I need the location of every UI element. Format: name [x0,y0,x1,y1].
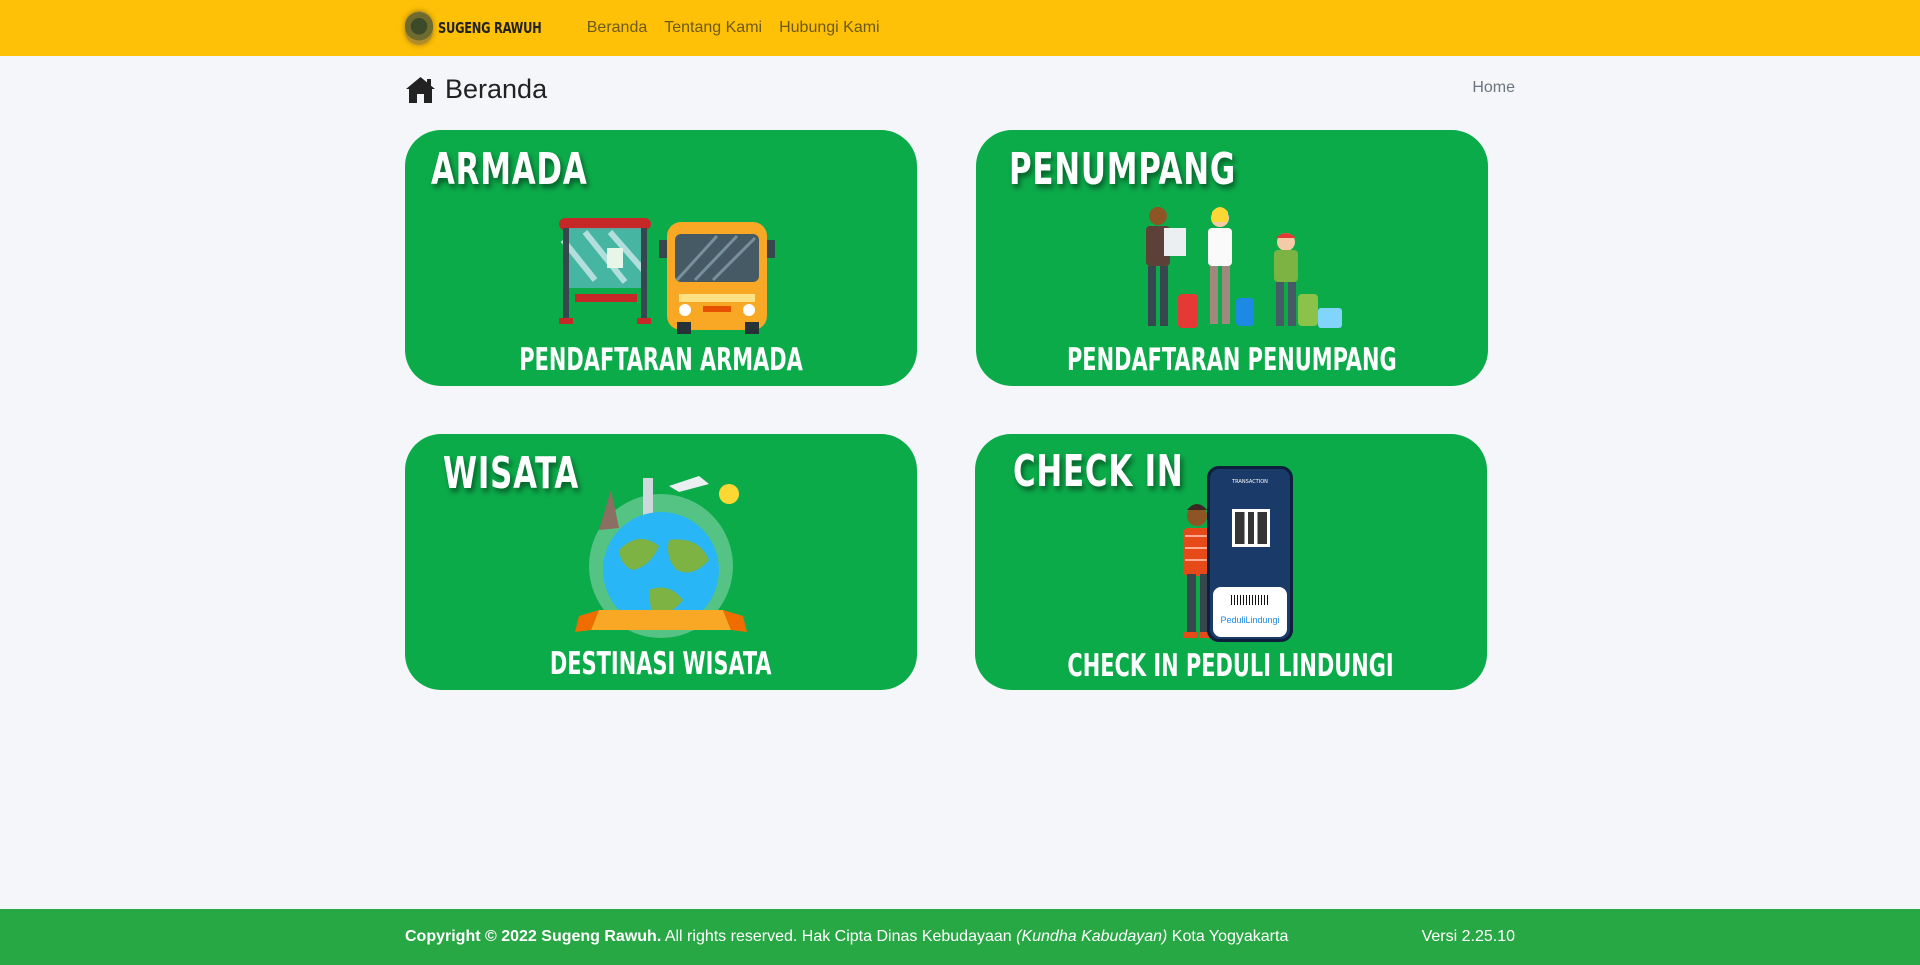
footer-rights: All rights reserved. Hak Cipta Dinas Keb… [661,928,1017,945]
bus-stop-illustration [559,218,775,334]
nav-link-hubungi-kami[interactable]: Hubungi Kami [779,19,880,37]
globe-illustration [575,476,747,638]
barcode-icon [1231,595,1269,605]
footer-copyright: Copyright © 2022 Sugeng Rawuh. All right… [405,928,1288,946]
nav-link-beranda[interactable]: Beranda [587,19,648,37]
card-armada[interactable]: ARMADA PENDAFTARAN ARMADA [405,130,917,386]
footer: Copyright © 2022 Sugeng Rawuh. All right… [0,909,1920,965]
card-armada-caption: PENDAFTARAN ARMADA [519,342,803,378]
phone-mockup: TRANSACTION PeduliLindungi [1207,466,1293,642]
content-header: Beranda Home [405,74,1515,114]
card-penumpang[interactable]: PENUMPANG PENDAFTARAN PENUMPANG [976,130,1488,386]
navbar-container: SUGENG RAWUH Beranda Tentang Kami Hubung… [405,0,880,56]
card-wisata-caption: DESTINASI WISATA [550,646,772,682]
top-navbar: SUGENG RAWUH Beranda Tentang Kami Hubung… [0,0,1920,56]
nav-link-tentang-kami[interactable]: Tentang Kami [664,19,762,37]
passengers-illustration [1146,207,1342,328]
footer-city: Kota Yogyakarta [1167,928,1289,945]
card-check-in[interactable]: CHECK IN TRANSACTION PeduliLindungi CHEC… [975,434,1487,690]
card-wisata[interactable]: WISATA DESTINASI WISATA [405,434,917,690]
qr-code-icon [1232,509,1270,547]
card-check-in-caption: CHECK IN PEDULI LINDUNGI [1067,648,1395,684]
footer-container: Copyright © 2022 Sugeng Rawuh. All right… [405,909,1515,965]
breadcrumb-home[interactable]: Home [1472,79,1515,97]
main-nav: Beranda Tentang Kami Hubungi Kami [570,19,880,37]
brand-name: SUGENG RAWUH [438,19,542,37]
card-penumpang-title: PENUMPANG [1009,144,1236,195]
footer-kundha: (Kundha Kabudayan) [1016,928,1168,945]
logo-icon [405,11,433,45]
card-armada-title: ARMADA [431,144,588,195]
card-penumpang-caption: PENDAFTARAN PENUMPANG [1067,342,1397,378]
page-title-text: Beranda [445,74,548,104]
brand-link[interactable]: SUGENG RAWUH [405,11,560,45]
card-check-in-title: CHECK IN [1013,446,1184,497]
phone-screen-title: TRANSACTION [1232,479,1268,485]
phone-ticket-area: PeduliLindungi [1213,587,1287,637]
home-icon [406,76,435,103]
phone-app-name: PeduliLindungi [1220,615,1280,625]
page-title: Beranda [405,74,547,105]
footer-copyright-strong: Copyright © 2022 Sugeng Rawuh. [405,928,662,945]
footer-version: Versi 2.25.10 [1421,928,1515,945]
